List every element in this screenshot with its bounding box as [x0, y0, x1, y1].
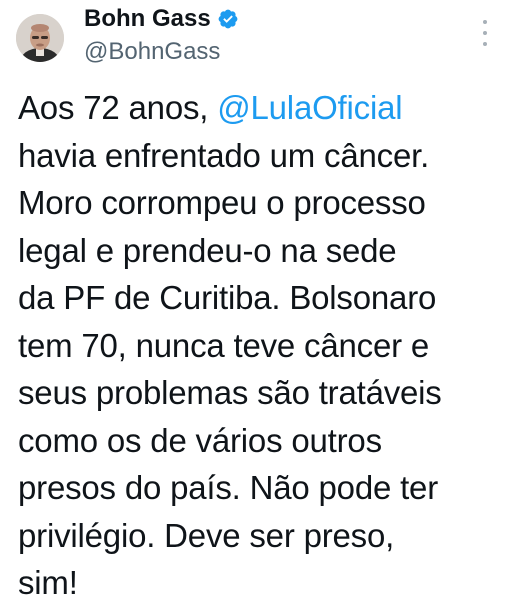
tweet-line-text: Aos 72 anos,: [18, 89, 218, 126]
verified-badge-icon: [217, 8, 239, 30]
avatar[interactable]: [16, 14, 64, 62]
profile-photo-icon: [16, 14, 64, 62]
tweet-line: como os de vários outros: [18, 421, 382, 459]
tweet-line: havia enfrentado um câncer.: [18, 136, 430, 174]
tweet-line: Moro corrompeu o processo: [18, 184, 426, 221]
dot: [483, 42, 487, 46]
author-handle[interactable]: @BohnGass: [84, 36, 239, 68]
tweet-line: legal e prendeu-o na sede: [18, 231, 397, 269]
tweet-line: sim!: [18, 564, 78, 601]
name-row: Bohn Gass: [84, 4, 239, 34]
tweet-header: Bohn Gass @BohnGass: [8, 2, 508, 72]
tweet-line: seus problemas são tratáveis: [18, 374, 442, 411]
tweet-line: privilégio. Deve ser preso,: [18, 516, 395, 554]
more-vertical-icon[interactable]: [480, 20, 490, 46]
tweet-line: presos do país. Não pode ter: [18, 469, 439, 506]
mention-link[interactable]: @LulaOficial: [217, 89, 402, 126]
dot: [483, 20, 487, 24]
author-names: Bohn Gass @BohnGass: [84, 4, 239, 68]
dot: [483, 31, 487, 35]
tweet-line: Aos 72 anos, @LulaOficial: [18, 84, 508, 132]
tweet-text: Aos 72 anos, @LulaOficial havia enfrenta…: [18, 84, 508, 607]
display-name[interactable]: Bohn Gass: [84, 4, 211, 34]
tweet-card: Bohn Gass @BohnGass Aos 72 anos, @LulaOf…: [0, 0, 516, 601]
tweet-line: tem 70, nunca teve câncer e: [18, 326, 430, 364]
tweet-line: da PF de Curitiba. Bolsonaro: [18, 279, 437, 316]
